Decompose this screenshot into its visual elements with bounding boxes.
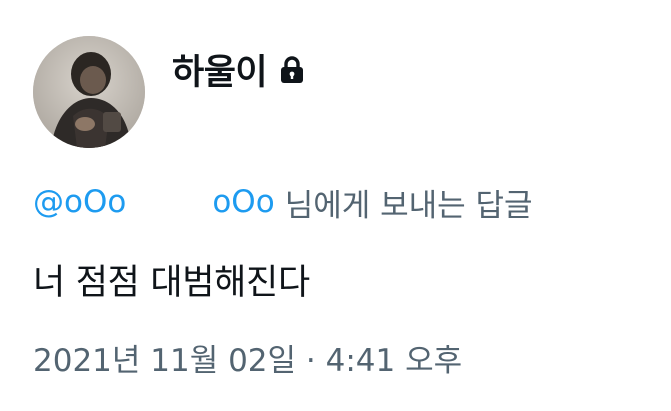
tweet-text: 너 점점 대범해진다 xyxy=(33,263,310,303)
mention-link-2[interactable]: oOo xyxy=(212,184,274,220)
reply-context: @oOo oOo 님에게 보내는 답글 xyxy=(33,178,533,226)
mention-link[interactable]: @oOo xyxy=(33,184,126,220)
timestamp-separator: · xyxy=(305,343,316,379)
lock-icon xyxy=(279,55,305,85)
tweet-card: 하울이 @oOo oOo 님에게 보내는 답글 너 점점 대범해진다 2021년… xyxy=(0,0,671,411)
reply-suffix-text: 님에게 보내는 답글 xyxy=(284,187,533,224)
display-name-row: 하울이 xyxy=(172,44,305,94)
tweet-time[interactable]: 4:41 오후 xyxy=(326,343,463,379)
display-name[interactable]: 하울이 xyxy=(172,44,268,95)
tweet-date[interactable]: 2021년 11월 02일 xyxy=(33,343,296,379)
avatar-photo xyxy=(33,36,145,148)
tweet-timestamp: 2021년 11월 02일 · 4:41 오후 xyxy=(33,335,462,380)
avatar[interactable] xyxy=(33,36,145,148)
